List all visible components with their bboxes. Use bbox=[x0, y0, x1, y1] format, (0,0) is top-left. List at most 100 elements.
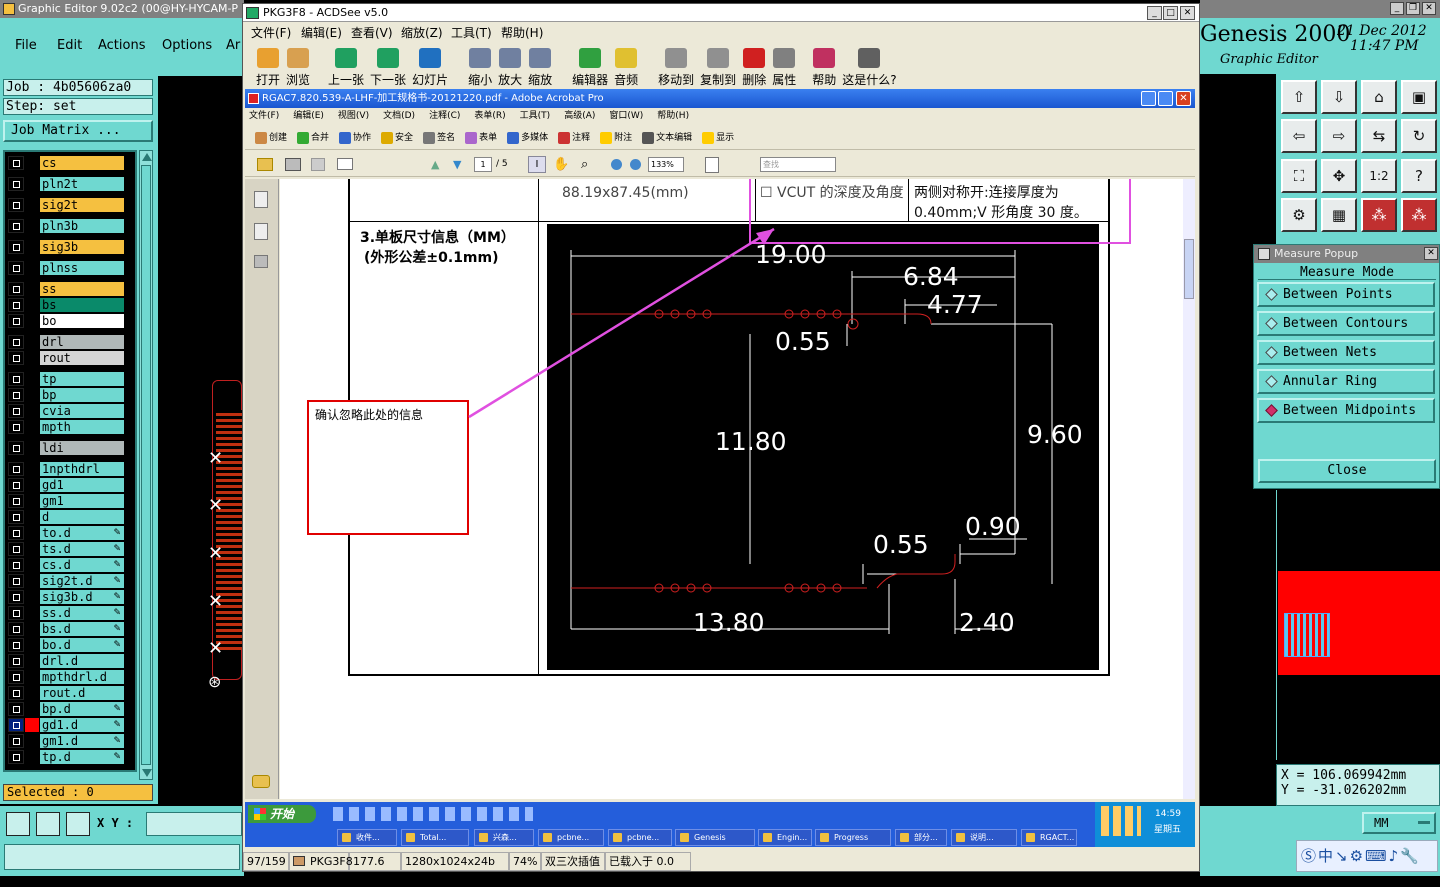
acdsee-menu-tools[interactable]: 工具(T) bbox=[451, 23, 492, 43]
layer-checkbox[interactable] bbox=[8, 718, 24, 732]
layer-checkbox[interactable] bbox=[8, 462, 24, 476]
ime-bar[interactable]: Ⓢ中↘⚙⌨♪🔧 bbox=[1296, 840, 1438, 872]
layer-row-gm1[interactable]: gm1 bbox=[8, 494, 124, 508]
layer-row-bo[interactable]: bo bbox=[8, 314, 124, 328]
snap-tool-icon[interactable] bbox=[6, 812, 30, 836]
layer-scrollbar[interactable] bbox=[139, 150, 153, 780]
layer-row-ss-d[interactable]: ss.d ✎ bbox=[8, 606, 124, 620]
doc-scroll-thumb[interactable] bbox=[1184, 239, 1194, 299]
acrobat-tool-6[interactable]: 多媒体 bbox=[507, 126, 548, 149]
zoom-center-tool-icon[interactable]: ✥ bbox=[1321, 159, 1357, 193]
grid-tool-icon[interactable] bbox=[66, 812, 90, 836]
layer-checkbox[interactable] bbox=[8, 670, 24, 684]
taskbar-item[interactable]: pcbne... bbox=[538, 829, 604, 846]
delete-button[interactable]: 删除 bbox=[739, 44, 769, 88]
layer-checkbox[interactable] bbox=[8, 686, 24, 700]
layer-checkbox[interactable] bbox=[8, 606, 24, 620]
layer-checkbox[interactable] bbox=[8, 282, 24, 296]
layer-row-gm1-d[interactable]: gm1.d ✎ bbox=[8, 734, 124, 748]
layer-checkbox[interactable] bbox=[8, 240, 24, 254]
layer-row-plnss[interactable]: plnss bbox=[8, 261, 124, 275]
layer-checkbox[interactable] bbox=[8, 388, 24, 402]
back-tool-icon[interactable]: ⇦ bbox=[1281, 119, 1317, 153]
open-tool-icon[interactable]: ⇧ bbox=[1281, 80, 1317, 114]
zoom-in-icon[interactable] bbox=[630, 159, 641, 170]
layer-row-sig3b[interactable]: sig3b bbox=[8, 240, 124, 254]
slideshow-button[interactable]: 幻灯片 bbox=[409, 44, 451, 88]
settings-tool-icon[interactable]: ⚙ bbox=[1281, 198, 1317, 232]
doc-scrollbar[interactable] bbox=[1183, 179, 1195, 799]
save-icon[interactable] bbox=[311, 158, 325, 171]
layer-row-bo-d[interactable]: bo.d ✎ bbox=[8, 638, 124, 652]
layer-row-d[interactable]: d bbox=[8, 510, 124, 524]
open-folder-icon[interactable] bbox=[257, 158, 273, 171]
layer-row-drl-d[interactable]: drl.d bbox=[8, 654, 124, 668]
layer-checkbox[interactable] bbox=[8, 404, 24, 418]
layer-row-gd1-d[interactable]: gd1.d ✎ bbox=[8, 718, 124, 732]
layer-row-sig3b-d[interactable]: sig3b.d ✎ bbox=[8, 590, 124, 604]
acrobat-menu-item[interactable]: 编辑(E) bbox=[293, 108, 324, 125]
net-tool-icon[interactable]: ⁂ bbox=[1361, 198, 1397, 232]
layer-checkbox[interactable] bbox=[8, 198, 24, 212]
acrobat-menu-item[interactable]: 文件(F) bbox=[249, 108, 279, 125]
between-contours-option[interactable]: Between Contours bbox=[1257, 311, 1435, 336]
acrobat-tool-5[interactable]: 表单 bbox=[465, 126, 497, 149]
taskbar-item[interactable]: Engin... bbox=[758, 829, 812, 846]
taskbar-item[interactable]: Total... bbox=[401, 829, 469, 846]
layer-row-bs[interactable]: bs bbox=[8, 298, 124, 312]
help-tool-icon[interactable]: ? bbox=[1401, 159, 1437, 193]
redraw-tool-icon[interactable]: ↻ bbox=[1401, 119, 1437, 153]
measure-close-button[interactable]: Close bbox=[1258, 459, 1436, 483]
taskbar-item[interactable]: 部分... bbox=[895, 829, 947, 846]
taskbar-item[interactable]: pcbne... bbox=[608, 829, 672, 846]
layer-row-ldi[interactable]: ldi bbox=[8, 441, 124, 455]
next-button[interactable]: 下一张 bbox=[367, 44, 409, 88]
acrobat-menu-item[interactable]: 视图(V) bbox=[338, 108, 369, 125]
menu-ar[interactable]: Ar bbox=[226, 38, 240, 53]
layer-checkbox[interactable] bbox=[8, 219, 24, 233]
layer-row-drl[interactable]: drl bbox=[8, 335, 124, 349]
taskbar-item[interactable]: 收件... bbox=[337, 829, 397, 846]
acdsee-menu-file[interactable]: 文件(F) bbox=[251, 23, 291, 43]
signatures-panel-icon[interactable] bbox=[254, 255, 268, 268]
zoom-out-icon[interactable] bbox=[611, 159, 622, 170]
menu-actions[interactable]: Actions bbox=[98, 38, 146, 53]
layer-row-pln2t[interactable]: pln2t bbox=[8, 177, 124, 191]
acdsee-menu-edit[interactable]: 编辑(E) bbox=[301, 23, 342, 43]
menu-file[interactable]: File bbox=[15, 38, 37, 53]
acrobat-tool-3[interactable]: 安全 bbox=[381, 126, 413, 149]
layer-checkbox[interactable] bbox=[8, 734, 24, 748]
zoom-in-button[interactable]: 放大 bbox=[495, 44, 525, 88]
acdsee-menu-zoom[interactable]: 缩放(Z) bbox=[401, 23, 443, 43]
swap-tool-icon[interactable]: ⇆ bbox=[1361, 119, 1397, 153]
acrobat-menu-item[interactable]: 高级(A) bbox=[564, 108, 595, 125]
menu-edit[interactable]: Edit bbox=[57, 38, 82, 53]
zoom-input[interactable]: 133% bbox=[648, 157, 684, 172]
acrobat-menu-item[interactable]: 文档(D) bbox=[383, 108, 415, 125]
acrobat-tool-10[interactable]: 显示 bbox=[702, 126, 734, 149]
layer-row-1npthdrl[interactable]: 1npthdrl bbox=[8, 462, 124, 476]
close-icon[interactable]: ✕ bbox=[1422, 2, 1436, 15]
acrobat-tool-8[interactable]: 附注 bbox=[600, 126, 632, 149]
layer-row-tp[interactable]: tp bbox=[8, 372, 124, 386]
layer-checkbox[interactable] bbox=[8, 510, 24, 524]
layer-checkbox[interactable] bbox=[8, 494, 24, 508]
layer-row-to-d[interactable]: to.d ✎ bbox=[8, 526, 124, 540]
acrobat-tool-1[interactable]: 合并 bbox=[297, 126, 329, 149]
email-icon[interactable] bbox=[337, 158, 353, 170]
browse-button[interactable]: 浏览 bbox=[283, 44, 313, 88]
layer-row-bp[interactable]: bp bbox=[8, 388, 124, 402]
zoom-tool-icon[interactable]: ⌕ bbox=[581, 156, 588, 173]
layer-row-bs-d[interactable]: bs.d ✎ bbox=[8, 622, 124, 636]
acdsee-menu-help[interactable]: 帮助(H) bbox=[501, 23, 543, 43]
layer-checkbox[interactable] bbox=[8, 654, 24, 668]
layer-row-bp-d[interactable]: bp.d ✎ bbox=[8, 702, 124, 716]
select-tool-icon[interactable]: I bbox=[528, 156, 546, 173]
acrobat-close-icon[interactable]: ✕ bbox=[1176, 91, 1191, 106]
job-matrix-button[interactable]: Job Matrix ... bbox=[3, 120, 153, 142]
layer-row-ss[interactable]: ss bbox=[8, 282, 124, 296]
layer-checkbox[interactable] bbox=[8, 558, 24, 572]
acrobat-menu-item[interactable]: 表单(R) bbox=[474, 108, 505, 125]
layer-checkbox[interactable] bbox=[8, 542, 24, 556]
layer-row-tp-d[interactable]: tp.d ✎ bbox=[8, 750, 124, 764]
